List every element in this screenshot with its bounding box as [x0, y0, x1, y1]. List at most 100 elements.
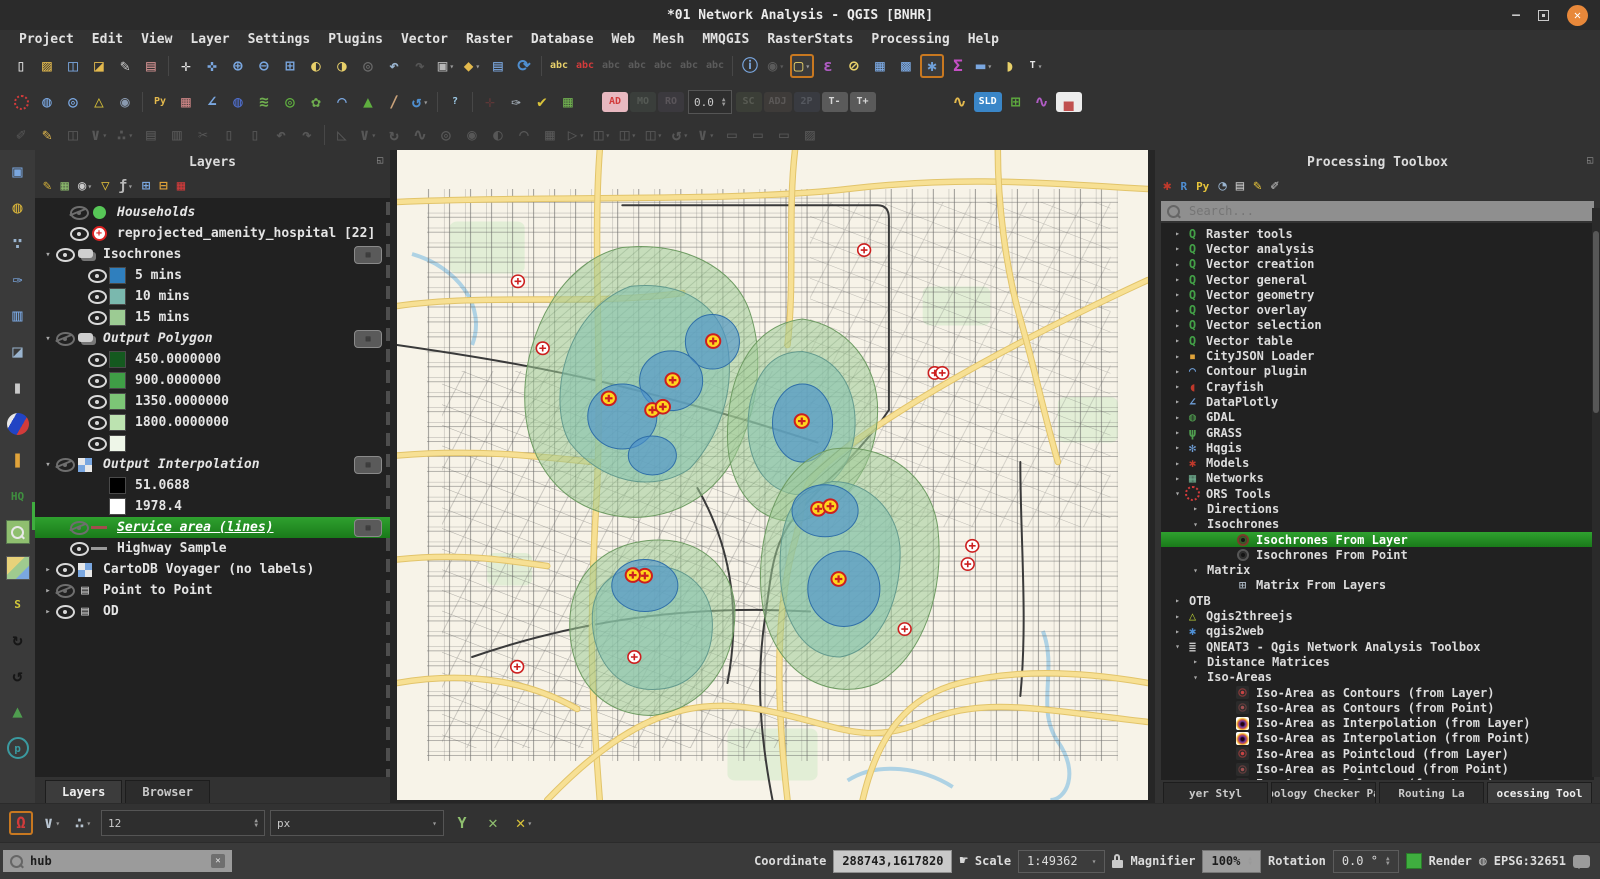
- expander-icon[interactable]: ▾: [41, 334, 55, 344]
- r-scripts-icon[interactable]: R: [1180, 180, 1187, 193]
- zoom-full[interactable]: ⊞: [278, 54, 302, 78]
- drive-plugin-icon[interactable]: ▲: [6, 700, 30, 724]
- expander-icon[interactable]: ▸: [1171, 321, 1184, 330]
- menu-view[interactable]: View: [132, 32, 181, 47]
- visibility-eye-icon[interactable]: [56, 458, 75, 472]
- globe-view[interactable]: ◍: [226, 90, 250, 114]
- magnifier-spinner[interactable]: 100%▲▼: [1202, 850, 1261, 873]
- maximize-button[interactable]: [1538, 10, 1549, 21]
- snapping-mode-button[interactable]: ∨▾: [40, 811, 64, 835]
- histogram[interactable]: ▄: [1056, 92, 1082, 112]
- plot-curve[interactable]: ∿: [1030, 90, 1054, 114]
- visibility-eye-icon[interactable]: [70, 227, 89, 241]
- expander-icon[interactable]: ▸: [1171, 229, 1184, 238]
- search-plugin-icon[interactable]: [6, 520, 30, 544]
- visibility-eye-icon[interactable]: [56, 605, 75, 619]
- menu-plugins[interactable]: Plugins: [319, 32, 392, 47]
- open-project[interactable]: ▨: [35, 54, 59, 78]
- toggle-editing[interactable]: ✎: [35, 123, 59, 147]
- open-attribute-table[interactable]: ▦: [868, 54, 892, 78]
- results-viewer-icon[interactable]: ▤: [1236, 178, 1244, 194]
- toolbox-item-vector-overlay[interactable]: ▸QVector overlay: [1161, 302, 1594, 317]
- statistical-summary[interactable]: ▩: [894, 54, 918, 78]
- visibility-eye-icon[interactable]: [56, 563, 75, 577]
- crs-status[interactable]: EPSG:32651: [1494, 854, 1566, 868]
- toolbox-item-hqgis[interactable]: ▸✻Hqgis: [1161, 440, 1594, 455]
- geocode[interactable]: ◎: [61, 90, 85, 114]
- processing-indicator-badge[interactable]: ▦: [354, 330, 382, 348]
- menu-database[interactable]: Database: [522, 32, 603, 47]
- visibility-eye-icon[interactable]: [88, 374, 107, 388]
- pin-labels[interactable]: abc: [573, 54, 597, 78]
- filter-by-expression-icon[interactable]: ƒ▾: [119, 178, 133, 194]
- dock-tab-routing-la[interactable]: Routing La: [1379, 782, 1484, 803]
- processing-indicator-badge[interactable]: ▦: [354, 519, 382, 537]
- toolbox-item-vector-analysis[interactable]: ▸QVector analysis: [1161, 241, 1594, 256]
- new-bookmark[interactable]: ▤: [486, 54, 510, 78]
- expand-all-icon[interactable]: ⊞: [142, 178, 150, 194]
- close-button[interactable]: ✕: [1567, 5, 1588, 26]
- visibility-eye-icon[interactable]: [56, 584, 75, 598]
- undo-view[interactable]: ↺▾: [408, 90, 432, 114]
- expander-icon[interactable]: ▸: [41, 607, 55, 617]
- title-bar[interactable]: *01 Network Analysis - QGIS [BNHR] – ✕: [0, 0, 1600, 30]
- layer-item-isochrones[interactable]: ▾Isochrones▦: [35, 244, 390, 265]
- expander-icon[interactable]: ▾: [1189, 673, 1202, 682]
- layer-item-1350-0000000[interactable]: 1350.0000000: [35, 391, 390, 412]
- expander-icon[interactable]: ▾: [41, 460, 55, 470]
- expander-icon[interactable]: ▸: [1171, 336, 1184, 345]
- layer-item-service-area-lines[interactable]: Service area (lines)▦: [35, 517, 390, 538]
- deselect-features[interactable]: ⊘: [842, 54, 866, 78]
- menu-web[interactable]: Web: [603, 32, 644, 47]
- visibility-eye-icon[interactable]: [70, 542, 89, 556]
- messages-icon[interactable]: [1573, 855, 1590, 868]
- map-edit-plugin-icon[interactable]: [6, 556, 30, 580]
- expander-icon[interactable]: ▸: [1171, 244, 1184, 253]
- text-smaller[interactable]: T-: [822, 92, 848, 112]
- layer-item-reprojected-amenity-hospital-22[interactable]: +reprojected_amenity_hospital [22]: [35, 223, 390, 244]
- toolbox-item-cityjson-loader[interactable]: ▸▪CityJSON Loader: [1161, 348, 1594, 363]
- qgis2threejs[interactable]: △: [87, 90, 111, 114]
- toolbox-item-raster-tools[interactable]: ▸QRaster tools: [1161, 226, 1594, 241]
- layer-item[interactable]: [35, 433, 390, 454]
- expander-icon[interactable]: ▾: [1171, 489, 1184, 498]
- expander-icon[interactable]: ▸: [1171, 382, 1184, 391]
- quickmapservices[interactable]: ✿: [304, 90, 328, 114]
- pan-to-selection[interactable]: ✜: [200, 54, 224, 78]
- bookmark[interactable]: ◆▾: [460, 54, 484, 78]
- layer-item-450-0000000[interactable]: 450.0000000: [35, 349, 390, 370]
- toolbox-item-qneat3-qgis-network-analysis-toolbox[interactable]: ▾≣QNEAT3 - Qgis Network Analysis Toolbox: [1161, 639, 1594, 654]
- cad-value[interactable]: 0.0▲▼: [688, 90, 732, 114]
- add-layer-icon[interactable]: ▣: [6, 160, 30, 184]
- layer-item-point-to-point[interactable]: ▸▤Point to Point: [35, 580, 390, 601]
- layer-item-900-0000000[interactable]: 900.0000000: [35, 370, 390, 391]
- river-profile[interactable]: ∿: [948, 90, 972, 114]
- select-features[interactable]: ▢▾: [790, 54, 814, 78]
- add-group-icon[interactable]: ▦: [60, 178, 68, 194]
- dock-tab-ocessing-tool[interactable]: ocessing Tool: [1487, 782, 1592, 803]
- points-plugin-icon[interactable]: ∵: [6, 232, 30, 256]
- layer-item-output-interpolation[interactable]: ▾Output Interpolation▦: [35, 454, 390, 475]
- expander-icon[interactable]: ▸: [1171, 397, 1184, 406]
- expander-icon[interactable]: ▸: [1171, 612, 1184, 621]
- pan-map[interactable]: ✛: [174, 54, 198, 78]
- zoom-to-selection[interactable]: ◑: [330, 54, 354, 78]
- toolbox-item-contour-plugin[interactable]: ▸◠Contour plugin: [1161, 364, 1594, 379]
- layer-item-od[interactable]: ▸▤OD: [35, 601, 390, 622]
- menu-vector[interactable]: Vector: [392, 32, 457, 47]
- select-by-expression[interactable]: ε: [816, 54, 840, 78]
- zoom-in[interactable]: ⊕: [226, 54, 250, 78]
- toolbox-item-isochrones-from-layer[interactable]: Isochrones From Layer: [1161, 532, 1594, 547]
- history-icon[interactable]: ◔: [1218, 178, 1226, 194]
- expander-icon[interactable]: ▾: [41, 250, 55, 260]
- toolbox-item-qgis2web[interactable]: ▸✱qgis2web: [1161, 624, 1594, 639]
- tab-layers[interactable]: Layers: [45, 780, 122, 803]
- toolbox-item-grass[interactable]: ▸ψGRASS: [1161, 425, 1594, 440]
- models-menu-icon[interactable]: ✱: [1163, 178, 1171, 194]
- expander-icon[interactable]: ▾: [1189, 520, 1202, 529]
- identify-features[interactable]: ⓘ: [738, 54, 762, 78]
- processing-indicator-badge[interactable]: ▦: [354, 456, 382, 474]
- panel-popout-icon[interactable]: ◱: [377, 155, 383, 166]
- expander-icon[interactable]: ▸: [1189, 504, 1202, 513]
- toolbox-item-iso-area-as-interpolation-from-layer[interactable]: Iso-Area as Interpolation (from Layer): [1161, 716, 1594, 731]
